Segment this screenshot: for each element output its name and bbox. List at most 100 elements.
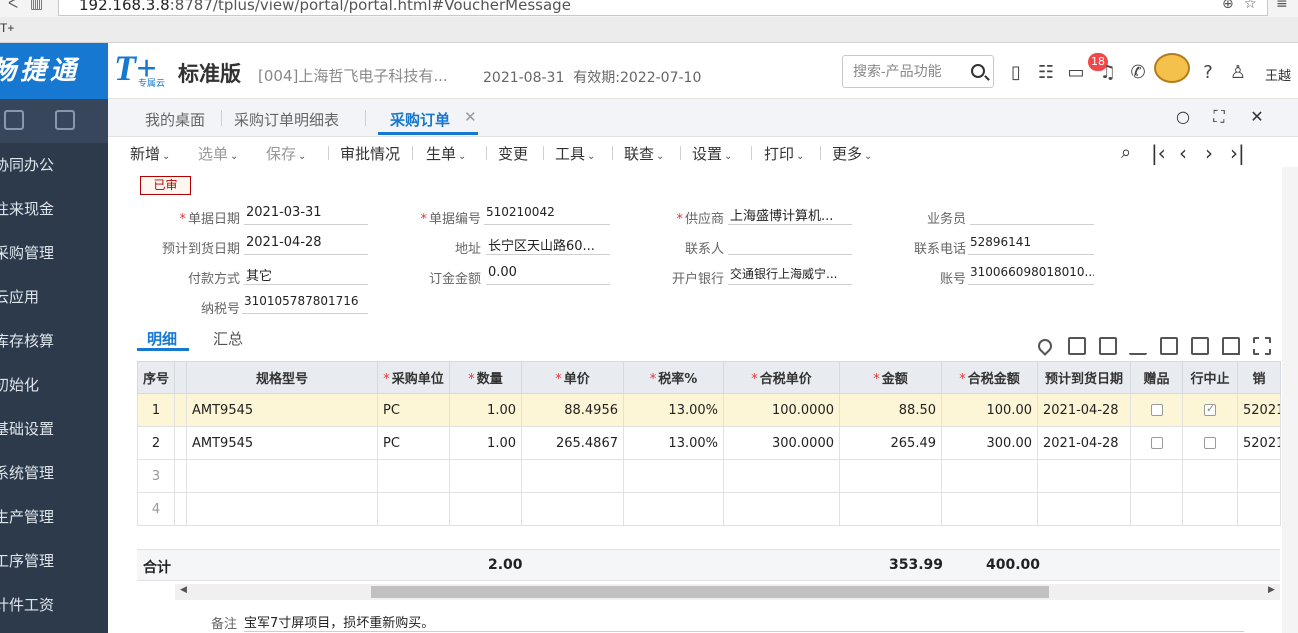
user-name[interactable]: 王越 (1265, 65, 1291, 84)
cell-arrival[interactable]: 2021-04-28 (1037, 426, 1131, 460)
tab-summary[interactable]: 汇总 (213, 328, 243, 349)
browser-tab[interactable]: T+ (0, 21, 14, 35)
sidebar-item[interactable]: 计件工资 (0, 583, 108, 627)
generate-button[interactable]: 生单 ⌄ (426, 143, 466, 164)
cell-gift[interactable] (1130, 492, 1183, 526)
url-field[interactable]: 192.168.3.8:8787/tplus/view/portal/porta… (58, 0, 1268, 16)
cell-stop[interactable] (1182, 459, 1238, 493)
cell-tax-price[interactable] (723, 459, 840, 493)
scan-icon[interactable] (4, 110, 24, 130)
more-button[interactable]: 更多 ⌄ (832, 143, 872, 164)
col-header-tax-amount[interactable]: * 合税金额 (941, 361, 1038, 394)
expand-grid-icon[interactable] (1253, 337, 1271, 355)
search-input[interactable]: 搜索-产品功能 (842, 55, 994, 88)
fullscreen-icon[interactable]: ⛶ (1209, 107, 1229, 127)
sidebar-item[interactable]: 初始化 (0, 363, 108, 407)
cell-amount[interactable]: 88.50 (839, 393, 942, 427)
table-row[interactable]: 3 (137, 459, 1281, 493)
copy-row-icon[interactable] (1068, 337, 1086, 355)
arrival-field[interactable]: 2021-04-28 (244, 235, 368, 255)
new-button[interactable]: 新增 ⌄ (130, 143, 170, 164)
cell-model[interactable] (186, 492, 378, 526)
cell-unit[interactable] (377, 492, 450, 526)
phone-device-icon[interactable]: ▯ (1006, 63, 1026, 83)
zoom-icon[interactable]: ⊕ (1222, 0, 1234, 12)
cell-stop[interactable] (1182, 492, 1238, 526)
cell-price[interactable]: 265.4867 (521, 426, 624, 460)
cell-tax-rate[interactable] (623, 492, 724, 526)
cell-tax-amount[interactable]: 300.00 (941, 426, 1038, 460)
phone-field[interactable]: 52896141 (968, 235, 1094, 255)
cell-arrival[interactable]: 2021-04-28 (1037, 393, 1131, 427)
cell-extra[interactable]: 52021 (1237, 426, 1281, 460)
col-header-amount[interactable]: * 金额 (839, 361, 942, 394)
service-mascot-icon[interactable] (1154, 53, 1190, 83)
settings-button[interactable]: 设置 ⌄ (692, 143, 732, 164)
bell-icon[interactable]: ♫ (1098, 63, 1118, 83)
cell-extra[interactable]: 52021 (1237, 393, 1281, 427)
page-search-icon[interactable]: ○ (1173, 107, 1193, 127)
deposit-field[interactable]: 0.00 (486, 265, 610, 285)
edit-icon[interactable] (1129, 337, 1147, 355)
cell-tax-amount[interactable]: 100.00 (941, 393, 1038, 427)
first-record-icon[interactable]: |‹ (1151, 141, 1166, 165)
last-record-icon[interactable]: ›| (1230, 141, 1245, 165)
cell-arrival[interactable] (1037, 492, 1131, 526)
change-button[interactable]: 变更 (498, 143, 528, 164)
cell-tax-rate[interactable]: 13.00% (623, 393, 724, 427)
table-row[interactable]: 1 AMT9545 PC 1.00 88.4956 13.00% 100.000… (137, 393, 1281, 427)
cell-arrival[interactable] (1037, 459, 1131, 493)
col-header-tax-rate[interactable]: * 税率% (623, 361, 724, 394)
cell-unit[interactable]: PC (377, 393, 450, 427)
choose-button[interactable]: 选单 ⌄ (198, 143, 238, 164)
scroll-left-icon[interactable]: ◀ (180, 585, 187, 595)
gift-checkbox[interactable] (1150, 437, 1163, 449)
telephone-icon[interactable]: ✆ (1128, 63, 1148, 83)
sidebar-item[interactable]: 往来现金 (0, 187, 108, 231)
cell-qty[interactable] (449, 459, 522, 493)
trash-icon[interactable]: ▥ (30, 0, 43, 12)
scroll-right-icon[interactable]: ▶ (1268, 585, 1275, 595)
supplier-field[interactable]: 上海盛博计算机... (728, 205, 852, 225)
sidebar-item[interactable]: 云应用 (0, 275, 108, 319)
cell-tax-price[interactable] (723, 492, 840, 526)
close-page-icon[interactable]: ✕ (1247, 107, 1267, 127)
tab-detail[interactable]: 明细 (147, 328, 177, 349)
sidebar-item[interactable]: 生产管理 (0, 495, 108, 539)
menu-icon[interactable]: ≡ (1276, 0, 1288, 12)
col-header-stop[interactable]: 行中止 (1182, 361, 1238, 394)
col-header-gift[interactable]: 赠品 (1130, 361, 1183, 394)
cell-price[interactable] (521, 492, 624, 526)
col-header-extra[interactable]: 销 (1237, 361, 1281, 394)
star-icon[interactable]: ☆ (1244, 0, 1257, 12)
cell-qty[interactable]: 1.00 (449, 426, 522, 460)
next-record-icon[interactable]: › (1205, 141, 1213, 165)
sidebar-item[interactable]: 库存核算 (0, 319, 108, 363)
vertical-scrollbar[interactable] (1282, 167, 1298, 633)
location-icon[interactable] (1035, 336, 1055, 356)
salesman-field[interactable] (970, 205, 1094, 225)
tab-desktop[interactable]: 我的桌面 (145, 109, 205, 130)
remark-field[interactable]: 宝军7寸屏项目，损坏重新购买。 (244, 612, 1244, 632)
cell-unit[interactable] (377, 459, 450, 493)
horizontal-scrollbar[interactable]: ◀ ▶ (175, 584, 1280, 600)
query-button[interactable]: 联查 ⌄ (624, 143, 664, 164)
tools-button[interactable]: 工具 ⌄ (555, 143, 595, 164)
add-page-icon[interactable] (55, 110, 75, 130)
scan-search-icon[interactable]: ⌕ (1121, 142, 1131, 163)
gift-checkbox[interactable] (1150, 404, 1163, 416)
cell-qty[interactable] (449, 492, 522, 526)
col-header-model[interactable]: 规格型号 (186, 361, 378, 394)
sidebar-item[interactable]: 工序管理 (0, 539, 108, 583)
contact-field[interactable] (728, 235, 852, 255)
cell-amount[interactable] (839, 459, 942, 493)
tax-no-field[interactable]: 310105787801716 (242, 294, 368, 314)
search-icon[interactable] (971, 64, 985, 78)
export-icon[interactable] (1160, 337, 1178, 355)
col-header-price[interactable]: * 单价 (521, 361, 624, 394)
payment-field[interactable]: 其它 (244, 265, 368, 285)
cell-price[interactable] (521, 459, 624, 493)
cell-gift[interactable] (1130, 459, 1183, 493)
cell-qty[interactable]: 1.00 (449, 393, 522, 427)
user-icon[interactable]: ♙ (1228, 63, 1248, 83)
